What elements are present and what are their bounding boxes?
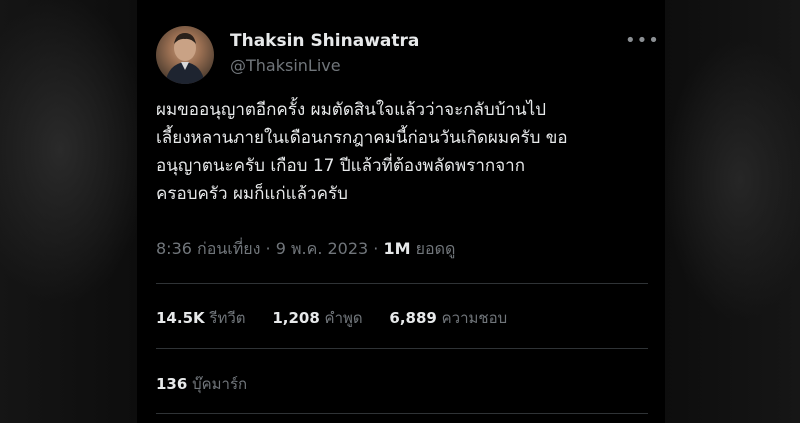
more-options-icon[interactable]: ••• bbox=[625, 30, 660, 51]
bookmarks-count: 136 bbox=[156, 375, 188, 393]
tweet-date[interactable]: 9 พ.ค. 2023 bbox=[276, 239, 369, 258]
tweet-text: ผมขออนุญาตอีกครั้ง ผมตัดสินใจแล้วว่าจะกล… bbox=[156, 96, 646, 208]
retweets-stat[interactable]: 14.5K รีทวีต bbox=[156, 306, 246, 330]
tweet-time[interactable]: 8:36 ก่อนเที่ยง bbox=[156, 239, 260, 258]
likes-stat[interactable]: 6,889 ความชอบ bbox=[389, 306, 507, 330]
quotes-label: คำพูด bbox=[319, 309, 363, 327]
tweet-card: Thaksin Shinawatra @ThaksinLive ••• ผมขอ… bbox=[137, 0, 665, 423]
tweet-text-line: ครอบครัว ผมก็แก่แล้วครับ bbox=[156, 184, 348, 204]
divider bbox=[156, 348, 648, 349]
retweets-label: รีทวีต bbox=[204, 309, 246, 327]
likes-count: 6,889 bbox=[389, 309, 437, 327]
tweet-text-line: เลี้ยงหลานภายในเดือนกรกฎาคมนี้ก่อนวันเกิ… bbox=[156, 128, 568, 148]
meta-separator: · bbox=[260, 239, 276, 258]
likes-label: ความชอบ bbox=[436, 309, 508, 327]
views-label: ยอดดู bbox=[410, 239, 456, 258]
tweet-text-line: ผมขออนุญาตอีกครั้ง ผมตัดสินใจแล้วว่าจะกล… bbox=[156, 100, 547, 120]
quotes-count: 1,208 bbox=[272, 309, 320, 327]
engagement-stats: 14.5K รีทวีต 1,208 คำพูด 6,889 ความชอบ bbox=[156, 306, 529, 330]
divider bbox=[156, 283, 648, 284]
tweet-text-line: อนุญาตนะครับ เกือบ 17 ปีแล้วที่ต้องพลัดพ… bbox=[156, 156, 526, 176]
tweet-meta: 8:36 ก่อนเที่ยง · 9 พ.ค. 2023 · 1M ยอดดู bbox=[156, 237, 455, 262]
retweets-count: 14.5K bbox=[156, 309, 205, 327]
author-name[interactable]: Thaksin Shinawatra bbox=[230, 31, 419, 51]
bookmarks-label: บุ๊คมาร์ก bbox=[187, 375, 248, 393]
author-handle[interactable]: @ThaksinLive bbox=[230, 56, 341, 75]
divider bbox=[156, 413, 648, 414]
views-count: 1M bbox=[383, 239, 411, 258]
bookmarks-stat[interactable]: 136 บุ๊คมาร์ก bbox=[156, 372, 247, 396]
meta-separator: · bbox=[368, 239, 384, 258]
avatar[interactable] bbox=[156, 26, 214, 84]
avatar-image bbox=[165, 33, 205, 84]
quotes-stat[interactable]: 1,208 คำพูด bbox=[272, 306, 362, 330]
